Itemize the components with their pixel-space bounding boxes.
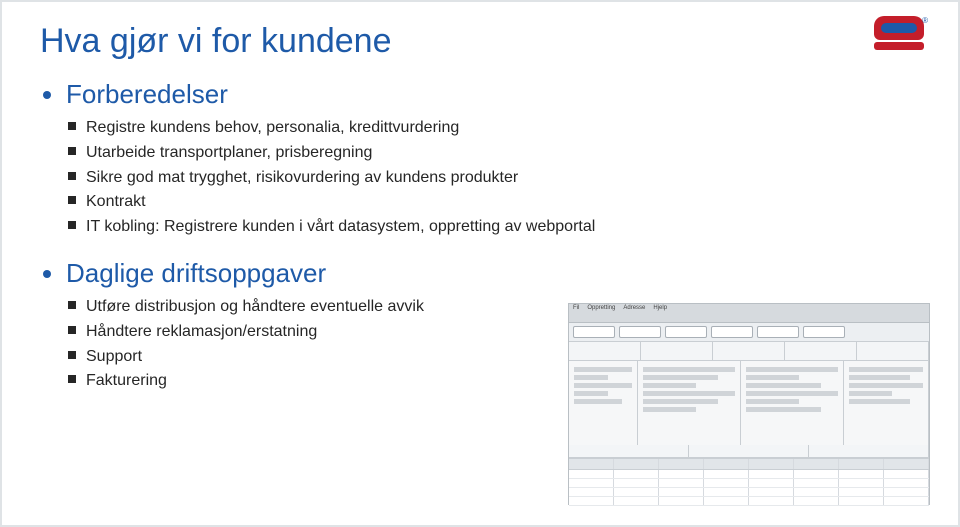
logo-badge-icon <box>874 16 924 40</box>
grid-col <box>569 459 614 469</box>
field-line <box>746 391 838 396</box>
section-heading: Daglige driftsoppgaver <box>66 258 326 288</box>
field-line <box>849 383 923 388</box>
field-line <box>643 375 718 380</box>
app-panel-mottaker <box>741 361 844 445</box>
toolbar-button[interactable] <box>665 326 707 338</box>
field-line <box>574 383 632 388</box>
field-line <box>746 407 821 412</box>
field-line <box>746 399 799 404</box>
header-cell <box>785 342 857 360</box>
field-line <box>746 383 821 388</box>
menu-item[interactable]: Adresse <box>623 305 645 321</box>
app-grid <box>569 458 929 505</box>
menu-item[interactable]: Fil <box>573 305 579 321</box>
field-line <box>574 399 622 404</box>
sub-cell <box>569 445 689 457</box>
field-line <box>643 383 696 388</box>
slide: ® Hva gjør vi for kundene Forberedelser … <box>0 0 960 527</box>
toolbar-button[interactable] <box>711 326 753 338</box>
field-line <box>574 375 608 380</box>
header-cell <box>713 342 785 360</box>
grid-row[interactable] <box>569 497 929 506</box>
page-title: Hva gjør vi for kundene <box>40 22 920 61</box>
grid-row[interactable] <box>569 470 929 479</box>
toolbar-button[interactable] <box>573 326 615 338</box>
grid-col <box>749 459 794 469</box>
list-item: Kontrakt <box>68 190 920 215</box>
grid-col <box>839 459 884 469</box>
grid-row[interactable] <box>569 479 929 488</box>
field-line <box>643 391 735 396</box>
app-right-panel <box>844 361 929 445</box>
app-subrow <box>569 445 929 458</box>
grid-col <box>884 459 929 469</box>
list-item: IT kobling: Registrere kunden i vårt dat… <box>68 215 920 240</box>
field-line <box>643 399 718 404</box>
field-line <box>643 407 696 412</box>
app-left-panel <box>569 361 638 445</box>
toolbar-button[interactable] <box>803 326 845 338</box>
logo-bar-icon <box>874 42 924 50</box>
field-line <box>574 391 608 396</box>
app-panels <box>569 361 929 445</box>
section-heading: Forberedelser <box>66 79 228 109</box>
app-panel-avsender <box>638 361 741 445</box>
toolbar-button[interactable] <box>757 326 799 338</box>
grid-col <box>614 459 659 469</box>
list-item: Utarbeide transportplaner, prisberegning <box>68 141 920 166</box>
grid-col <box>704 459 749 469</box>
list-item: Registre kundens behov, personalia, kred… <box>68 116 920 141</box>
registered-mark: ® <box>922 16 928 25</box>
app-toolbar <box>569 323 929 342</box>
list-item: Sikre god mat trygghet, risikovurdering … <box>68 166 920 191</box>
menu-item[interactable]: Oppretting <box>587 305 615 321</box>
toolbar-button[interactable] <box>619 326 661 338</box>
brand-logo: ® <box>870 16 928 56</box>
field-line <box>849 367 923 372</box>
grid-col <box>659 459 704 469</box>
grid-row[interactable] <box>569 488 929 497</box>
section-forberedelser: Forberedelser Registre kundens behov, pe… <box>66 79 920 252</box>
field-line <box>746 367 838 372</box>
field-line <box>574 367 632 372</box>
field-line <box>849 399 910 404</box>
grid-header <box>569 459 929 470</box>
grid-col <box>794 459 839 469</box>
section-items: Registre kundens behov, personalia, kred… <box>66 110 920 252</box>
menu-item[interactable]: Hjelp <box>653 305 667 321</box>
sub-cell <box>809 445 929 457</box>
field-line <box>849 375 910 380</box>
header-cell <box>569 342 641 360</box>
embedded-app-screenshot: Fil Oppretting Adresse Hjelp <box>568 303 930 505</box>
sub-cell <box>689 445 809 457</box>
header-cell <box>857 342 929 360</box>
field-line <box>849 391 892 396</box>
app-header-row <box>569 342 929 361</box>
field-line <box>643 367 735 372</box>
field-line <box>746 375 799 380</box>
app-menubar: Fil Oppretting Adresse Hjelp <box>569 304 929 323</box>
header-cell <box>641 342 713 360</box>
